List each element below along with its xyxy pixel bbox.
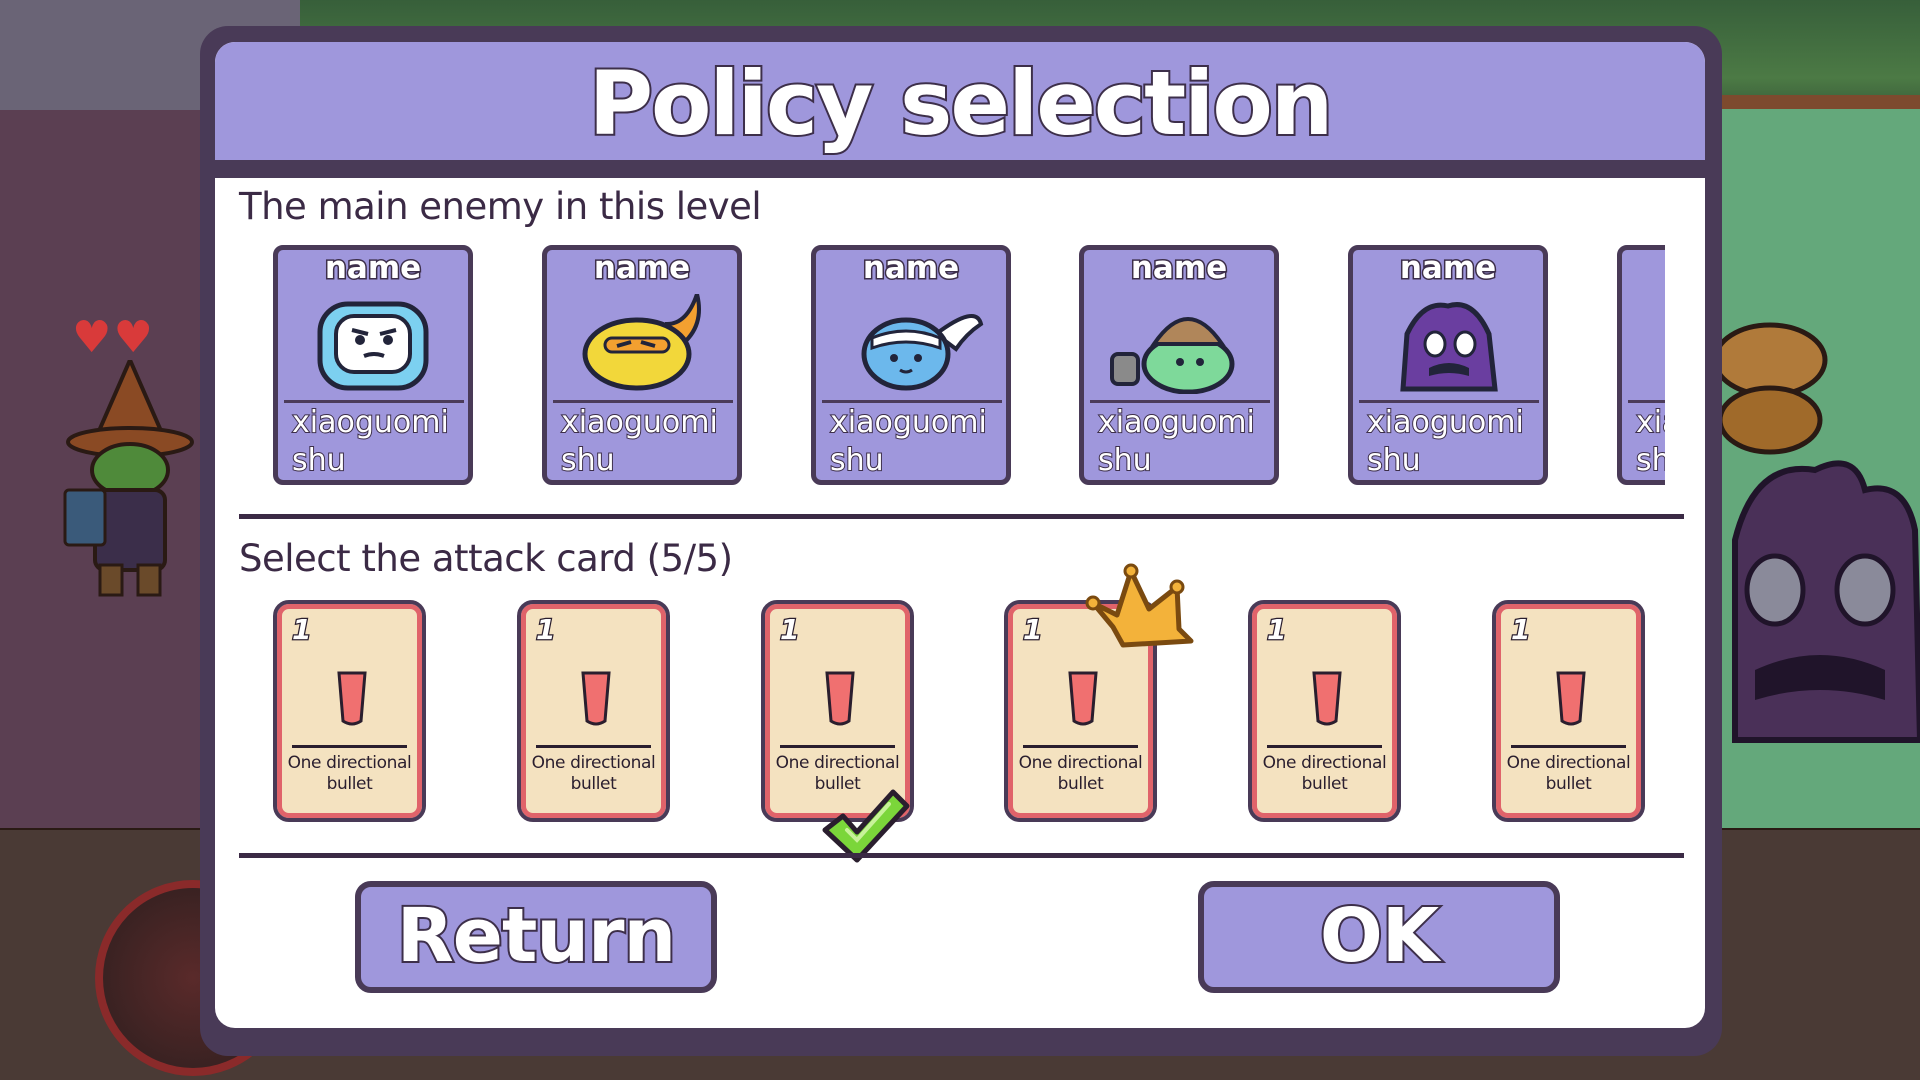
- enemy-desc-line: xiaoguomi: [829, 404, 988, 441]
- bullet-icon: [337, 671, 367, 726]
- enemy-desc-line: shu: [291, 442, 347, 479]
- enemy-desc-line: shu: [1635, 442, 1665, 479]
- bullet-icon: [825, 671, 855, 726]
- card-description: One directional bullet: [1257, 753, 1392, 795]
- enemy-name: name: [861, 250, 960, 288]
- crown-icon: [1083, 563, 1203, 657]
- dialog-header: Policy selection: [215, 42, 1705, 178]
- card-desc-line: One directional: [775, 753, 900, 773]
- enemy-desc-line: shu: [1366, 442, 1422, 479]
- bullet-icon: [1556, 671, 1586, 726]
- card-cost: 1: [535, 612, 557, 648]
- enemy-list: name xiaoguomi shu name xiaoguomi shu na…: [273, 245, 1665, 495]
- enemy-card-divider: [553, 400, 733, 403]
- enemy-card-divider: [1359, 400, 1539, 403]
- card-description: One directional bullet: [1013, 753, 1148, 795]
- card-divider: [292, 745, 407, 748]
- return-button[interactable]: Return: [355, 881, 717, 993]
- enemy-card[interactable]: name xiaoguomi shu: [273, 245, 473, 485]
- bullet-icon: [1312, 671, 1342, 726]
- card-divider: [1511, 745, 1626, 748]
- ghost-enemy-icon: [1715, 450, 1920, 754]
- attack-card[interactable]: 1 One directional bullet: [1248, 600, 1401, 822]
- card-desc-line: One directional: [1018, 753, 1143, 773]
- card-desc-line: One directional: [1506, 753, 1631, 773]
- fire-slime-icon: [567, 286, 717, 394]
- card-desc-line: bullet: [1301, 774, 1348, 794]
- enemy-card[interactable]: name xiaoguomi shu: [811, 245, 1011, 485]
- enemy-description: xiaoguomi shu: [829, 404, 1006, 480]
- card-desc-line: bullet: [1545, 774, 1592, 794]
- attack-card[interactable]: 1 One directional bullet: [1492, 600, 1645, 822]
- card-divider: [536, 745, 651, 748]
- enemy-card-divider: [284, 400, 464, 403]
- section-divider: [239, 514, 1684, 519]
- enemy-desc-line: xiaoguomi: [1635, 404, 1665, 441]
- enemy-card-divider: [822, 400, 1002, 403]
- enemy-name: name: [1129, 250, 1228, 288]
- card-desc-line: bullet: [1057, 774, 1104, 794]
- enemy-desc-line: xiaoguomi: [1366, 404, 1525, 441]
- card-cost: 1: [291, 612, 313, 648]
- enemy-description: xiaoguomi shu: [1097, 404, 1274, 480]
- dialog-title: Policy selection: [587, 50, 1336, 157]
- policy-dialog: Policy selection The main enemy in this …: [215, 42, 1705, 1028]
- helmet-slime-icon: [1104, 294, 1254, 395]
- enemy-description: xiaoguomi shu: [560, 404, 737, 480]
- enemy-card-divider: [1090, 400, 1270, 403]
- enemy-section-label: The main enemy in this level: [239, 185, 762, 228]
- enemy-desc-line: shu: [1097, 442, 1153, 479]
- enemy-card-divider: [1628, 400, 1665, 403]
- dark-ghost-slime-icon: [1373, 294, 1523, 394]
- card-cost: 1: [1266, 612, 1288, 648]
- enemy-name: name: [1622, 250, 1665, 286]
- card-description: One directional bullet: [1501, 753, 1636, 795]
- enemy-card[interactable]: name xiaoguomi shu: [1079, 245, 1279, 485]
- card-cost: 1: [1510, 612, 1532, 648]
- enemy-name: name: [323, 250, 422, 288]
- player-hearts-icon: ♥♥: [72, 312, 155, 363]
- card-desc-line: One directional: [287, 753, 412, 773]
- enemy-description: xiaoguomi shu: [1366, 404, 1543, 480]
- card-desc-line: bullet: [326, 774, 373, 794]
- ok-button-label: OK: [1318, 891, 1441, 981]
- card-desc-line: bullet: [570, 774, 617, 794]
- enemy-description: xiaoguomi shu: [1635, 404, 1665, 480]
- enemy-desc-line: xiaoguomi: [1097, 404, 1256, 441]
- enemy-desc-line: shu: [829, 442, 885, 479]
- card-desc-line: One directional: [531, 753, 656, 773]
- mushroom-enemy-icon: [1710, 320, 1830, 464]
- card-cost: 1: [779, 612, 801, 648]
- section-divider: [239, 853, 1684, 858]
- card-description: One directional bullet: [526, 753, 661, 795]
- return-button-label: Return: [395, 891, 678, 981]
- enemy-card[interactable]: name xiaoguomi shu: [1348, 245, 1548, 485]
- card-description: One directional bullet: [282, 753, 417, 795]
- ok-button[interactable]: OK: [1198, 881, 1560, 993]
- enemy-name: name: [592, 250, 691, 288]
- card-cost: 1: [1022, 612, 1044, 648]
- enemy-desc-line: shu: [560, 442, 616, 479]
- enemy-desc-line: xiaoguomi: [291, 404, 450, 441]
- winged-slime-icon: [836, 294, 986, 394]
- game-screen: ♥♥ Policy selection The main enemy in th…: [0, 0, 1920, 1080]
- enemy-desc-line: xiaoguomi: [560, 404, 719, 441]
- card-divider: [1023, 745, 1138, 748]
- bullet-icon: [1068, 671, 1098, 726]
- enemy-card[interactable]: name xiaoguomi shu: [542, 245, 742, 485]
- card-divider: [1267, 745, 1382, 748]
- card-divider: [780, 745, 895, 748]
- card-desc-line: One directional: [1262, 753, 1387, 773]
- attack-card[interactable]: 1 One directional bullet: [273, 600, 426, 822]
- attack-section-label: Select the attack card (5/5): [239, 537, 733, 580]
- enemy-description: xiaoguomi shu: [291, 404, 468, 480]
- enemy-name: name: [1398, 250, 1497, 288]
- attack-card-selected[interactable]: 1 One directional bullet: [517, 600, 670, 822]
- enemy-card-partial[interactable]: name xiaoguomi shu: [1617, 245, 1665, 485]
- ice-cube-slime-icon: [298, 294, 448, 394]
- frog-witch-character-icon: [55, 355, 205, 604]
- bullet-icon: [581, 671, 611, 726]
